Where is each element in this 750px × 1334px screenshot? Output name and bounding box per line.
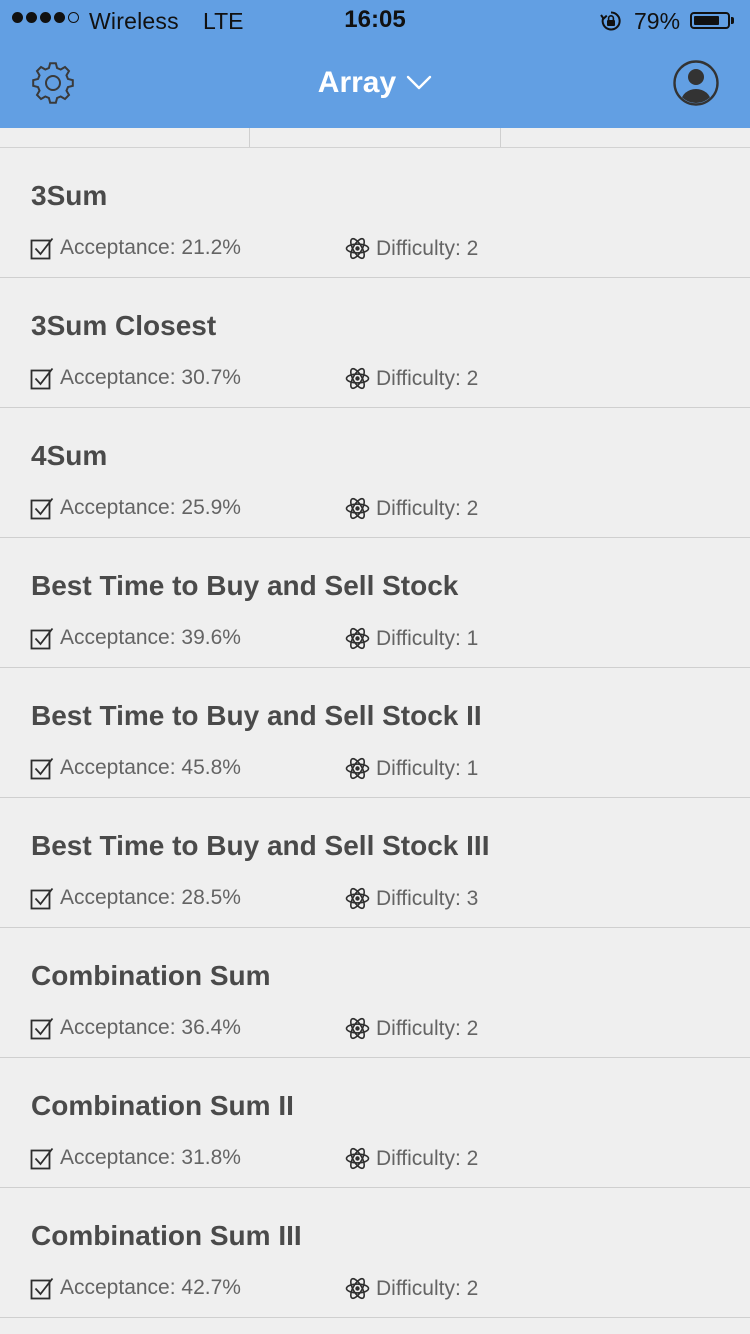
profile-icon[interactable] [673, 60, 719, 106]
acceptance-info: Acceptance: 25.9% [30, 496, 241, 520]
difficulty-level: Difficulty: 2 [376, 236, 479, 260]
problem-row[interactable]: Best Time to Buy and Sell Stock Acceptan… [0, 538, 750, 668]
difficulty-level: Difficulty: 2 [376, 1146, 479, 1170]
problem-list: 3Sum Acceptance: 21.2% Difficulty: 2 3Su… [0, 148, 750, 1318]
top-bar: Wireless LTE 16:05 79% Array [0, 0, 750, 128]
atom-icon [345, 757, 370, 780]
atom-icon [345, 1017, 370, 1040]
difficulty-info: Difficulty: 2 [345, 366, 478, 391]
difficulty-level: Difficulty: 2 [376, 496, 479, 520]
gear-icon[interactable] [30, 60, 76, 106]
problem-title: Combination Sum [31, 960, 271, 991]
difficulty-level: Difficulty: 2 [376, 366, 479, 390]
acceptance-info: Acceptance: 28.5% [30, 886, 241, 910]
acceptance-rate: Acceptance: 39.6% [60, 626, 241, 649]
checkbox-icon [30, 757, 54, 780]
atom-icon [345, 887, 370, 910]
problem-title: Combination Sum III [31, 1220, 302, 1251]
chevron-down-icon [406, 75, 432, 90]
acceptance-rate: Acceptance: 31.8% [60, 1146, 241, 1169]
problem-row[interactable]: Combination Sum Acceptance: 36.4% Diffic… [0, 928, 750, 1058]
difficulty-info: Difficulty: 2 [345, 236, 478, 261]
difficulty-info: Difficulty: 2 [345, 1276, 478, 1301]
problem-row[interactable]: Combination Sum II Acceptance: 31.8% Dif… [0, 1058, 750, 1188]
difficulty-level: Difficulty: 2 [376, 1276, 479, 1300]
acceptance-info: Acceptance: 36.4% [30, 1016, 241, 1040]
battery-icon [690, 12, 730, 29]
checkbox-icon [30, 1147, 54, 1170]
atom-icon [345, 1147, 370, 1170]
battery-percentage: 79% [634, 8, 681, 34]
battery-level [694, 16, 720, 25]
difficulty-info: Difficulty: 1 [345, 756, 478, 781]
acceptance-info: Acceptance: 42.7% [30, 1276, 241, 1300]
nav-title: Array [0, 66, 750, 100]
problem-row[interactable]: Combination Sum III Acceptance: 42.7% Di… [0, 1188, 750, 1318]
problem-title: Combination Sum II [31, 1090, 294, 1121]
difficulty-info: Difficulty: 1 [345, 626, 478, 651]
problem-row[interactable]: 3Sum Closest Acceptance: 30.7% Difficult… [0, 278, 750, 408]
checkbox-icon [30, 887, 54, 910]
acceptance-rate: Acceptance: 30.7% [60, 366, 241, 389]
problem-row[interactable]: Best Time to Buy and Sell Stock III Acce… [0, 798, 750, 928]
problem-row[interactable]: 4Sum Acceptance: 25.9% Difficulty: 2 [0, 408, 750, 538]
atom-icon [345, 367, 370, 390]
problem-title: Best Time to Buy and Sell Stock II [31, 700, 482, 731]
problem-title: 3Sum Closest [31, 310, 217, 341]
atom-icon [345, 237, 370, 260]
status-bar: Wireless LTE 16:05 79% [0, 0, 750, 40]
category-dropdown[interactable]: Array [318, 66, 432, 100]
difficulty-info: Difficulty: 3 [345, 886, 478, 911]
acceptance-rate: Acceptance: 21.2% [60, 236, 241, 259]
difficulty-level: Difficulty: 1 [376, 626, 479, 650]
problem-title: Best Time to Buy and Sell Stock [31, 570, 459, 601]
problem-title: 4Sum [31, 440, 108, 471]
atom-icon [345, 627, 370, 650]
rotation-lock-icon [600, 11, 621, 31]
problem-row[interactable]: Best Time to Buy and Sell Stock II Accep… [0, 668, 750, 798]
problem-row[interactable]: 3Sum Acceptance: 21.2% Difficulty: 2 [0, 148, 750, 278]
difficulty-info: Difficulty: 2 [345, 496, 478, 521]
checkbox-icon [30, 367, 54, 390]
difficulty-info: Difficulty: 2 [345, 1016, 478, 1041]
acceptance-rate: Acceptance: 45.8% [60, 756, 241, 779]
acceptance-rate: Acceptance: 28.5% [60, 886, 241, 909]
checkbox-icon [30, 497, 54, 520]
checkbox-icon [30, 1017, 54, 1040]
difficulty-level: Difficulty: 3 [376, 886, 479, 910]
filter-bar [0, 128, 750, 148]
filter-segment[interactable] [249, 128, 501, 147]
category-title: Array [317, 66, 397, 99]
problem-title: Best Time to Buy and Sell Stock III [31, 830, 490, 861]
checkbox-icon [30, 237, 54, 260]
acceptance-info: Acceptance: 30.7% [30, 366, 241, 390]
atom-icon [345, 497, 370, 520]
acceptance-info: Acceptance: 31.8% [30, 1146, 241, 1170]
difficulty-level: Difficulty: 2 [376, 1016, 479, 1040]
filter-segment[interactable] [500, 128, 750, 147]
acceptance-rate: Acceptance: 25.9% [60, 496, 241, 519]
difficulty-info: Difficulty: 2 [345, 1146, 478, 1171]
checkbox-icon [30, 627, 54, 650]
acceptance-rate: Acceptance: 42.7% [60, 1276, 241, 1299]
battery-cap [731, 17, 734, 24]
acceptance-info: Acceptance: 39.6% [30, 626, 241, 650]
atom-icon [345, 1277, 370, 1300]
acceptance-info: Acceptance: 21.2% [30, 236, 241, 260]
acceptance-info: Acceptance: 45.8% [30, 756, 241, 780]
difficulty-level: Difficulty: 1 [376, 756, 479, 780]
checkbox-icon [30, 1277, 54, 1300]
filter-segment[interactable] [0, 128, 249, 147]
acceptance-rate: Acceptance: 36.4% [60, 1016, 241, 1039]
problem-title: 3Sum [31, 180, 108, 211]
